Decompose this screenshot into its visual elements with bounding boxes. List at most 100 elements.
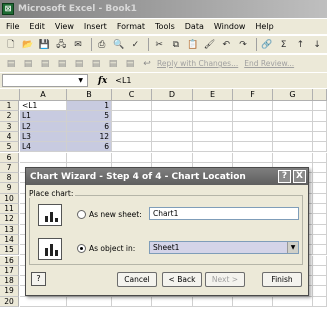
table-cell[interactable] [233, 131, 273, 143]
autosum-icon[interactable]: Σ [277, 38, 291, 52]
row-header[interactable]: 16 [0, 255, 19, 266]
finish-button[interactable]: Finish [262, 272, 302, 287]
column-header[interactable]: G [273, 89, 313, 101]
table-cell[interactable] [313, 183, 327, 194]
table-cell[interactable] [233, 296, 273, 307]
table-cell[interactable] [313, 234, 327, 246]
table-cell[interactable] [313, 131, 327, 143]
row-header[interactable]: 5 [0, 142, 19, 153]
table-cell[interactable] [313, 152, 327, 163]
row-header[interactable]: 6 [0, 152, 19, 163]
formula-input[interactable]: <L1 [115, 76, 131, 85]
table-cell[interactable] [313, 224, 327, 235]
menu-view[interactable]: View [55, 22, 74, 31]
table-cell[interactable] [112, 131, 152, 143]
table-cell[interactable] [152, 296, 193, 307]
table-cell[interactable] [273, 121, 313, 132]
row-header[interactable]: 14 [0, 234, 19, 246]
reply-with-changes-button[interactable]: Reply with Changes... [157, 59, 238, 68]
table-cell[interactable]: <L1 [20, 101, 67, 112]
table-cell[interactable] [313, 162, 327, 174]
review-icon[interactable]: ▤ [38, 57, 52, 71]
table-cell[interactable] [313, 121, 327, 132]
table-cell[interactable] [20, 296, 67, 307]
row-header[interactable]: 3 [0, 121, 19, 132]
table-cell[interactable] [313, 245, 327, 256]
row-header[interactable]: 9 [0, 183, 19, 194]
copy-icon[interactable]: ⧉ [169, 38, 183, 52]
end-review-button[interactable]: End Review... [244, 59, 294, 68]
table-cell[interactable] [233, 111, 273, 122]
menu-data[interactable]: Data [185, 22, 204, 31]
table-cell[interactable] [313, 214, 327, 225]
table-cell[interactable]: L1 [20, 111, 67, 122]
row-header[interactable]: 11 [0, 204, 19, 215]
format-painter-icon[interactable]: 🖌 [203, 38, 217, 52]
table-cell[interactable] [112, 152, 152, 163]
print-icon[interactable]: ⎙ [95, 38, 109, 52]
table-cell[interactable] [193, 121, 233, 132]
table-cell[interactable] [67, 152, 112, 163]
table-cell[interactable] [152, 142, 193, 153]
table-cell[interactable]: 6 [67, 142, 112, 153]
new-icon[interactable]: 🗋 [4, 38, 18, 52]
as-object-in-label[interactable]: As object in: [89, 244, 135, 253]
review-icon[interactable]: ▤ [72, 57, 86, 71]
table-cell[interactable] [313, 204, 327, 215]
undo-icon[interactable]: ↶ [219, 38, 233, 52]
table-cell[interactable] [233, 152, 273, 163]
table-cell[interactable] [273, 142, 313, 153]
table-cell[interactable] [193, 131, 233, 143]
cut-icon[interactable]: ✂ [152, 38, 166, 52]
help-icon[interactable]: ? [278, 170, 291, 183]
column-header[interactable]: F [233, 89, 273, 101]
table-cell[interactable]: 5 [67, 111, 112, 122]
table-cell[interactable] [313, 286, 327, 297]
table-cell[interactable] [273, 296, 313, 307]
review-icon[interactable]: ▤ [55, 57, 69, 71]
table-cell[interactable] [313, 296, 327, 307]
open-icon[interactable]: 📂 [21, 38, 35, 52]
table-cell[interactable] [67, 296, 112, 307]
table-cell[interactable] [152, 111, 193, 122]
table-cell[interactable] [193, 111, 233, 122]
row-header[interactable]: 2 [0, 111, 19, 122]
table-cell[interactable] [313, 265, 327, 277]
table-cell[interactable]: 12 [67, 131, 112, 143]
table-cell[interactable] [273, 131, 313, 143]
menu-help[interactable]: Help [255, 22, 273, 31]
table-cell[interactable] [112, 121, 152, 132]
new-sheet-name-input[interactable]: Chart1 [149, 207, 299, 220]
table-cell[interactable] [313, 276, 327, 287]
table-cell[interactable] [273, 101, 313, 112]
table-cell[interactable] [313, 255, 327, 266]
object-in-select[interactable]: Sheet1 ▼ [149, 241, 299, 254]
paste-icon[interactable]: 📋 [186, 38, 200, 52]
review-icon[interactable]: ▤ [106, 57, 120, 71]
menu-window[interactable]: Window [214, 22, 246, 31]
table-cell[interactable] [193, 296, 233, 307]
row-header[interactable]: 10 [0, 193, 19, 204]
table-cell[interactable] [112, 111, 152, 122]
column-header[interactable]: B [67, 89, 112, 101]
table-cell[interactable] [152, 101, 193, 112]
column-header[interactable]: E [193, 89, 233, 101]
chevron-down-icon[interactable]: ▼ [287, 242, 298, 253]
table-cell[interactable] [193, 142, 233, 153]
table-cell[interactable] [313, 111, 327, 122]
fx-icon[interactable]: fx [98, 76, 107, 86]
sort-ascending-icon[interactable]: ↑ [293, 38, 307, 52]
chevron-down-icon[interactable]: ▼ [78, 77, 83, 84]
spelling-icon[interactable]: ✓ [128, 38, 142, 52]
help-button[interactable]: ? [31, 272, 46, 286]
close-icon[interactable]: X [293, 170, 306, 183]
row-header[interactable]: 1 [0, 101, 19, 112]
menu-tools[interactable]: Tools [155, 22, 175, 31]
row-header[interactable]: 17 [0, 265, 19, 277]
table-cell[interactable] [112, 101, 152, 112]
table-cell[interactable] [273, 152, 313, 163]
column-header[interactable]: D [152, 89, 193, 101]
select-all-corner[interactable] [0, 89, 20, 101]
row-header[interactable]: 8 [0, 173, 19, 184]
review-icon[interactable]: ▤ [4, 57, 18, 71]
